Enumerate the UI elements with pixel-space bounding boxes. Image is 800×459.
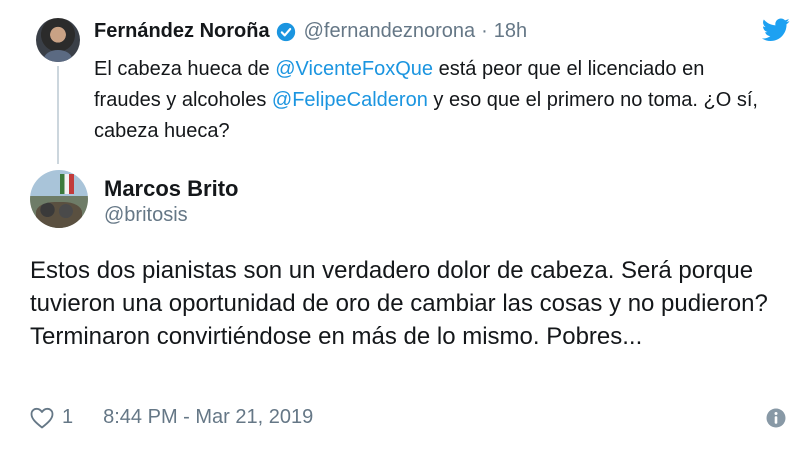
- reply-author-name[interactable]: Marcos Brito: [104, 176, 238, 202]
- twitter-bird-icon[interactable]: [762, 18, 790, 42]
- parent-author-name[interactable]: Fernández Noroña: [94, 20, 270, 43]
- verified-badge-icon: [276, 22, 295, 41]
- tweet-timestamp[interactable]: 8:44 PM - Mar 21, 2019: [103, 406, 313, 429]
- like-count[interactable]: 1: [62, 406, 73, 429]
- parent-tweet: Fernández Noroña @fernandeznorona · 18h …: [0, 0, 800, 164]
- mention-link[interactable]: @VicenteFoxQue: [275, 58, 433, 80]
- tweet-footer: 1 8:44 PM - Mar 21, 2019: [30, 406, 313, 429]
- parent-tweet-text: El cabeza hueca de @VicenteFoxQue está p…: [94, 54, 774, 147]
- reply-avatar[interactable]: [30, 170, 88, 228]
- header-separator: ·: [481, 20, 488, 42]
- mention-link[interactable]: @FelipeCalderon: [272, 89, 428, 111]
- parent-text-part: El cabeza hueca de: [94, 58, 276, 80]
- heart-icon[interactable]: [30, 407, 54, 429]
- thread-connector-line: [57, 66, 59, 164]
- reply-tweet-text: Estos dos pianistas son un verdadero dol…: [30, 257, 768, 350]
- parent-tweet-header: Fernández Noroña @fernandeznorona · 18h: [94, 20, 527, 43]
- reply-author-handle[interactable]: @britosis: [104, 204, 188, 227]
- parent-tweet-time[interactable]: 18h: [494, 20, 527, 43]
- parent-avatar[interactable]: [36, 18, 80, 62]
- parent-author-handle[interactable]: @fernandeznorona: [304, 20, 476, 43]
- info-icon[interactable]: [766, 408, 786, 428]
